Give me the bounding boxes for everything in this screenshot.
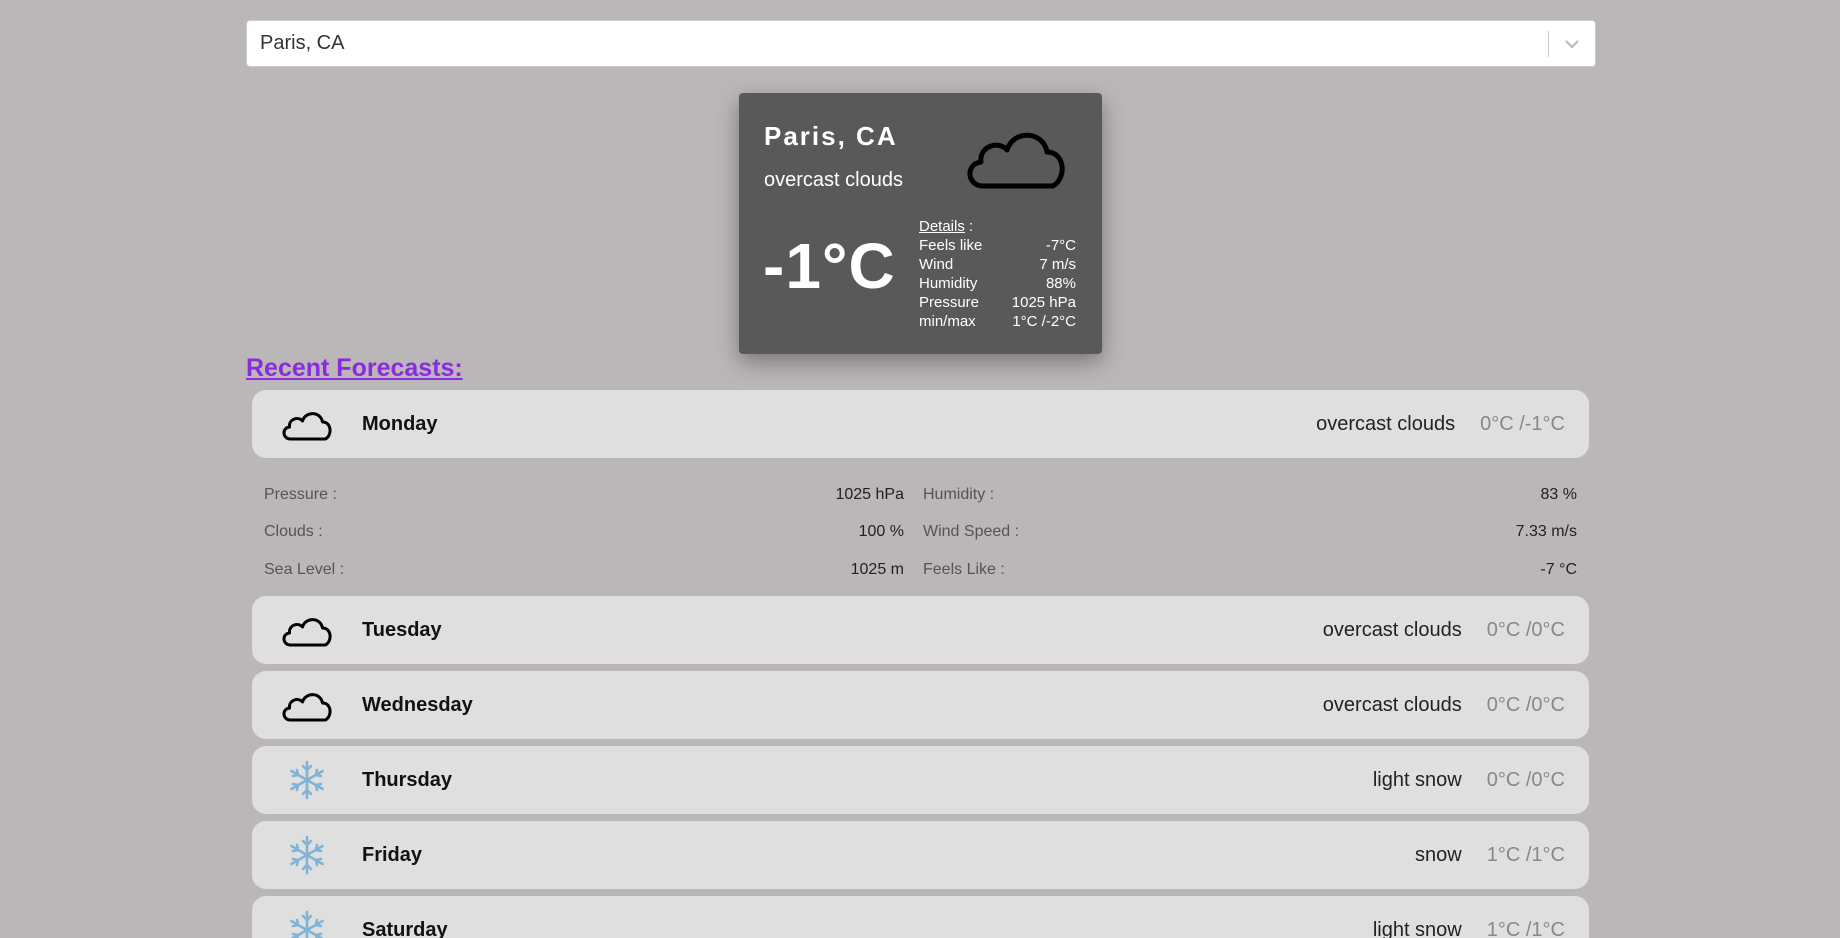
forecast-day: Saturday: [362, 918, 448, 938]
forecast-temp: 1°C /1°C: [1486, 918, 1565, 938]
forecast-row-saturday[interactable]: Saturday light snow 1°C /1°C: [252, 896, 1589, 938]
detail-label: Wind Speed :: [923, 523, 1020, 541]
detail-humidity: Humidity : 83 %: [923, 476, 1577, 514]
detail-wind-speed: Wind Speed : 7.33 m/s: [923, 514, 1577, 552]
current-description: overcast clouds: [764, 169, 903, 191]
current-temperature: -1°C: [763, 230, 896, 302]
forecast-description: overcast clouds: [1322, 618, 1462, 641]
forecast-day: Wednesday: [362, 693, 473, 716]
details-title: Details: [919, 218, 965, 235]
detail-feels-like: Feels Like : -7 °C: [923, 551, 1577, 589]
detail-label: Sea Level :: [264, 560, 345, 578]
cloud-icon: [252, 404, 362, 444]
forecast-temp: 1°C /1°C: [1486, 843, 1565, 866]
details-suffix: :: [964, 218, 974, 235]
details-value: -7°C: [1045, 237, 1076, 254]
forecast-row-tuesday[interactable]: Tuesday overcast clouds 0°C /0°C: [252, 596, 1589, 664]
forecast-temp: 0°C /0°C: [1486, 618, 1565, 641]
forecast-temp: 0°C /0°C: [1486, 693, 1565, 716]
details-value: 1°C /-2°C: [1012, 313, 1076, 330]
details-value: 7 m/s: [1039, 256, 1076, 273]
location-select[interactable]: Paris, CA: [246, 20, 1596, 67]
detail-pressure: Pressure : 1025 hPa: [264, 476, 904, 514]
details-panel: Details : Feels like -7°C Wind 7 m/s Hum…: [919, 217, 1076, 331]
details-label: Pressure: [919, 294, 980, 311]
detail-sea-level: Sea Level : 1025 m: [264, 551, 904, 589]
details-value: 88%: [1045, 275, 1076, 292]
forecast-day: Tuesday: [362, 618, 442, 641]
details-row: min/max 1°C /-2°C: [919, 312, 1076, 331]
current-city: Paris, CA: [764, 121, 898, 151]
forecast-row-wednesday[interactable]: Wednesday overcast clouds 0°C /0°C: [252, 671, 1589, 739]
snowflake-icon: [252, 759, 362, 801]
details-heading: Details :: [919, 217, 1076, 236]
details-label: min/max: [919, 313, 976, 330]
details-row: Pressure 1025 hPa: [919, 293, 1076, 312]
forecast-day: Friday: [362, 843, 423, 866]
forecast-temp: 0°C /0°C: [1486, 768, 1565, 791]
snowflake-icon: [252, 909, 362, 938]
cloud-icon: [252, 685, 362, 725]
detail-clouds: Clouds : 100 %: [264, 514, 904, 552]
forecast-description: light snow: [1372, 918, 1462, 938]
cloud-icon: [961, 116, 1071, 201]
detail-value: 1025 m: [850, 560, 904, 578]
forecast-day: Thursday: [362, 768, 453, 791]
detail-label: Feels Like :: [923, 560, 1005, 578]
detail-value: 1025 hPa: [835, 485, 904, 503]
details-value: 1025 hPa: [1011, 294, 1076, 311]
location-select-value[interactable]: Paris, CA: [247, 32, 1548, 55]
forecast-description: overcast clouds: [1322, 693, 1462, 716]
detail-label: Humidity :: [923, 485, 995, 503]
forecast-day: Monday: [362, 412, 438, 435]
chevron-down-icon[interactable]: [1549, 21, 1595, 66]
cloud-icon: [252, 610, 362, 650]
forecast-description: light snow: [1372, 768, 1462, 791]
details-label: Wind: [919, 256, 954, 273]
details-row: Humidity 88%: [919, 274, 1076, 293]
current-weather-card: Paris, CA overcast clouds -1°C Details :…: [739, 93, 1102, 354]
forecast-row-monday[interactable]: Monday overcast clouds 0°C /-1°C: [252, 390, 1589, 458]
forecast-description: overcast clouds: [1316, 412, 1456, 435]
details-label: Humidity: [919, 275, 978, 292]
detail-value: -7 °C: [1540, 560, 1577, 578]
forecast-row-thursday[interactable]: Thursday light snow 0°C /0°C: [252, 746, 1589, 814]
forecast-details-monday: Pressure : 1025 hPa Humidity : 83 % Clou…: [264, 476, 1577, 589]
detail-value: 7.33 m/s: [1515, 523, 1577, 541]
forecast-temp: 0°C /-1°C: [1480, 412, 1565, 435]
forecast-row-friday[interactable]: Friday snow 1°C /1°C: [252, 821, 1589, 889]
detail-label: Clouds :: [264, 523, 323, 541]
details-row: Feels like -7°C: [919, 236, 1076, 255]
snowflake-icon: [252, 834, 362, 876]
details-row: Wind 7 m/s: [919, 255, 1076, 274]
detail-value: 100 %: [858, 523, 904, 541]
forecast-description: snow: [1415, 843, 1462, 866]
detail-value: 83 %: [1540, 485, 1577, 503]
details-label: Feels like: [919, 237, 983, 254]
detail-label: Pressure :: [264, 485, 337, 503]
recent-forecasts-title: Recent Forecasts:: [246, 354, 463, 382]
